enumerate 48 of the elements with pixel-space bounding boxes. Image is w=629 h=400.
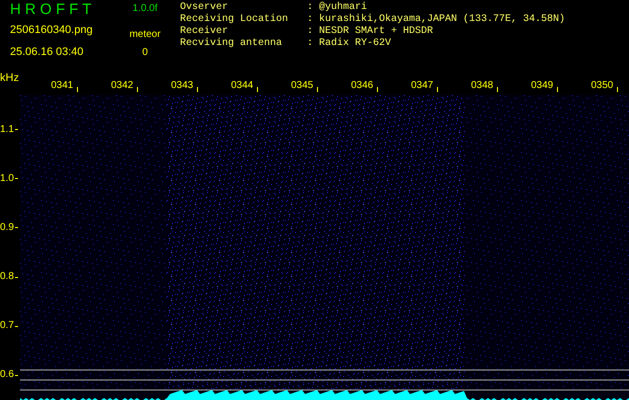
frequency-label: 0.8 [0,271,14,284]
info-separator: : [307,38,314,50]
info-separator: : [307,14,314,26]
file-name: 2506160340.png [10,23,94,37]
frequency-label: 0.7 [0,320,14,332]
time-label: 0343 [170,80,194,92]
info-value: kurashiki,Okayama,JAPAN (133.77E, 34.58N) [319,14,566,26]
time-label: 0346 [350,80,374,92]
unit-label: kHz [0,72,19,85]
time-label: 0342 [110,80,134,92]
time-label: 0345 [290,80,314,92]
version-label: 1.0.0f [132,3,158,15]
tick-mark [14,374,18,376]
counter-value: 0 [142,47,148,59]
time-label: 0344 [230,80,254,92]
tick-mark [14,129,18,130]
time-label: 0348 [470,80,494,92]
time-label: 0347 [410,80,434,92]
info-value: NESDR SMArt + HDSDR [319,26,434,38]
counter-label: meteor [129,29,161,41]
info-value: Radix RY-62V [319,38,392,50]
frequency-label: 0.9 [0,222,14,234]
tick-mark [377,87,378,92]
tick-mark [257,87,258,92]
tick-mark [197,87,198,92]
info-separator: : [307,26,314,38]
app-title: H R O F F T [10,1,92,19]
tick-mark [617,87,618,92]
date-time: 25.06.16 03:40 [10,45,84,59]
tick-mark [557,87,558,92]
tick-mark [497,87,498,92]
tick-mark [77,87,78,92]
info-label: Ovserver [180,2,230,14]
frequency-label: 0.6 [0,369,14,382]
tick-mark [437,87,438,92]
tick-mark [317,87,318,92]
time-label: 0341 [50,80,74,92]
info-label: Receiving Location [180,14,290,26]
time-label: 0349 [530,80,554,92]
tick-mark [137,87,138,92]
frequency-label: 1.1 [0,124,14,136]
tick-mark [14,326,18,327]
time-label: 0350 [590,80,614,92]
info-value: @yuhmari [319,2,368,14]
info-label: Receiver [180,26,230,38]
info-separator: : [307,2,314,14]
frequency-label: 1.0 [0,172,14,185]
info-label: Recviving antenna [180,38,284,50]
